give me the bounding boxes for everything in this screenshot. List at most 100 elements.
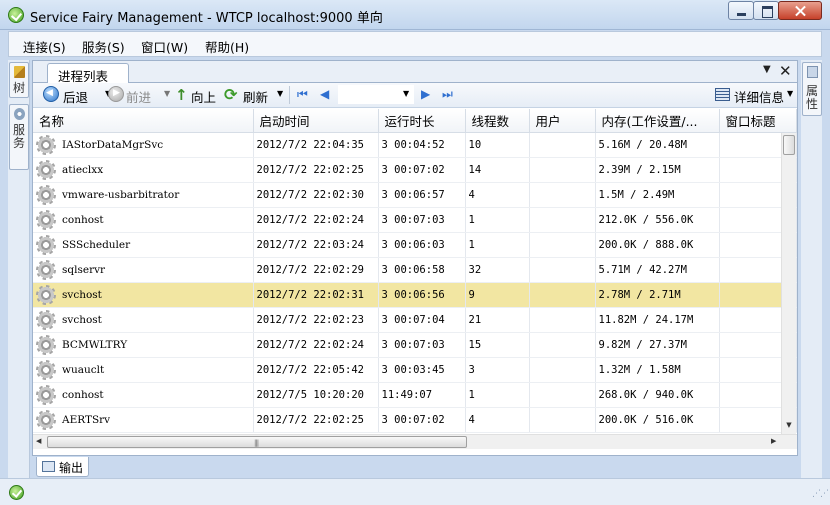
connection-status-icon: [9, 485, 24, 500]
table-row[interactable]: AERTSrv 2012/7/2 22:02:25 3 00:07:02 4 200.0…: [33, 407, 797, 433]
process-table: 名称 启动时间 运行时长 线程数 用户 内存(工作设置/... 窗口标题 IAS…: [33, 109, 797, 433]
tab-list-dropdown-icon[interactable]: ▼: [763, 64, 771, 75]
process-table-container: 名称 启动时间 运行时长 线程数 用户 内存(工作设置/... 窗口标题 IAS…: [33, 109, 797, 435]
cell-run-duration: 3 00:07:03: [378, 332, 466, 358]
table-row[interactable]: wuauclt 2012/7/2 22:05:42 3 00:03:45 3 1.32M…: [33, 357, 797, 383]
page-select-dropdown-icon[interactable]: ▼: [403, 89, 409, 98]
cell-user: [529, 182, 596, 208]
side-tab-tree[interactable]: 树: [9, 62, 29, 98]
back-arrow-icon[interactable]: [43, 86, 59, 102]
side-tab-services[interactable]: 服务: [9, 104, 29, 170]
vertical-scroll-thumb[interactable]: [783, 135, 795, 155]
cell-name: BCMWLTRY: [33, 332, 254, 358]
scroll-down-icon[interactable]: ▼: [782, 421, 796, 429]
table-row[interactable]: vmware-usbarbitrator 2012/7/2 22:02:30 3 0…: [33, 182, 797, 208]
cell-thread-count: 3: [465, 357, 530, 383]
cell-thread-count: 10: [465, 132, 530, 158]
refresh-dropdown-icon[interactable]: ▼: [277, 89, 283, 98]
cell-memory: 9.82M / 27.37M: [595, 332, 720, 358]
table-row[interactable]: sqlservr 2012/7/2 22:02:29 3 00:06:58 32 5.7…: [33, 257, 797, 283]
previous-page-icon[interactable]: ◀: [320, 87, 329, 101]
maximize-button[interactable]: [753, 1, 779, 20]
app-logo-icon: [8, 7, 24, 23]
menu-service[interactable]: 服务(S): [82, 37, 125, 56]
process-gear-icon: [36, 284, 56, 305]
cell-name: svchost: [33, 282, 254, 308]
cell-run-duration: 3 00:07:03: [378, 207, 466, 233]
cell-start-time: 2012/7/2 22:02:25: [253, 407, 379, 433]
process-name: IAStorDataMgrSvc: [62, 138, 164, 151]
cell-name: vmware-usbarbitrator: [33, 182, 254, 208]
cell-name: atieclxx: [33, 157, 254, 183]
cell-user: [529, 207, 596, 233]
process-name: AERTSrv: [62, 413, 111, 426]
side-tab-properties[interactable]: 属性: [802, 62, 822, 116]
cell-name: AERTSrv: [33, 407, 254, 433]
tab-output[interactable]: 输出: [36, 457, 89, 477]
tab-process-list[interactable]: 进程列表: [47, 63, 129, 84]
next-page-icon[interactable]: ▶: [421, 87, 430, 101]
services-icon: [14, 108, 25, 120]
scroll-right-icon[interactable]: ▶: [771, 437, 776, 445]
process-name: svchost: [62, 288, 102, 301]
up-arrow-icon[interactable]: ↑: [175, 86, 188, 104]
details-dropdown-icon[interactable]: ▼: [787, 89, 793, 98]
document-tab-bar: 进程列表 ▼ ✕: [33, 61, 797, 84]
cell-user: [529, 257, 596, 283]
cell-thread-count: 1: [465, 382, 530, 408]
cell-memory: 2.78M / 2.71M: [595, 282, 720, 308]
back-button[interactable]: 后退: [63, 87, 88, 106]
menu-window[interactable]: 窗口(W): [141, 37, 188, 56]
table-row[interactable]: IAStorDataMgrSvc 2012/7/2 22:04:35 3 00:04…: [33, 132, 797, 158]
vertical-scrollbar[interactable]: ▲ ▼: [781, 133, 796, 434]
details-view-icon[interactable]: [715, 88, 730, 101]
table-row[interactable]: atieclxx 2012/7/2 22:02:25 3 00:07:02 14 2.3…: [33, 157, 797, 183]
column-header-memory[interactable]: 内存(工作设置/...: [595, 109, 720, 133]
column-header-window-title[interactable]: 窗口标题: [719, 109, 797, 133]
close-tab-icon[interactable]: ✕: [779, 62, 792, 80]
refresh-icon[interactable]: ⟳: [224, 85, 237, 104]
right-dock-strip: 属性: [801, 60, 822, 478]
toolbar: 后退 ▼ 前进 ▼ ↑ 向上 ⟳ 刷新 ▼ ⏮ ◀ ▼ ▶ ⏭ 详细信息 ▼: [33, 83, 797, 108]
column-header-start-time[interactable]: 启动时间: [253, 109, 379, 133]
cell-memory: 200.0K / 516.0K: [595, 407, 720, 433]
column-header-thread-count[interactable]: 线程数: [465, 109, 530, 133]
column-header-name[interactable]: 名称: [33, 109, 254, 133]
cell-start-time: 2012/7/2 22:02:31: [253, 282, 379, 308]
cell-user: [529, 407, 596, 433]
minimize-button[interactable]: [728, 1, 754, 20]
table-row[interactable]: conhost 2012/7/5 10:20:20 11:49:07 1 268.0K …: [33, 382, 797, 408]
up-button[interactable]: 向上: [191, 87, 216, 106]
cell-start-time: 2012/7/2 22:05:42: [253, 357, 379, 383]
cell-user: [529, 382, 596, 408]
process-name: vmware-usbarbitrator: [62, 188, 180, 201]
process-name: BCMWLTRY: [62, 338, 128, 351]
left-dock-strip: 树 服务: [8, 60, 30, 478]
cell-user: [529, 157, 596, 183]
table-row[interactable]: svchost 2012/7/2 22:02:23 3 00:07:04 21 11.8…: [33, 307, 797, 333]
scroll-left-icon[interactable]: ◀: [36, 437, 41, 445]
details-view-button[interactable]: 详细信息: [734, 87, 784, 106]
refresh-button[interactable]: 刷新: [243, 87, 268, 106]
cell-user: [529, 357, 596, 383]
table-row[interactable]: SSScheduler 2012/7/2 22:03:24 3 00:06:03 1 2…: [33, 232, 797, 258]
table-row[interactable]: BCMWLTRY 2012/7/2 22:02:24 3 00:07:03 15 9.8…: [33, 332, 797, 358]
close-window-button[interactable]: [778, 1, 822, 20]
first-page-icon[interactable]: ⏮: [297, 87, 308, 102]
horizontal-scrollbar[interactable]: ◀ ||| ▶: [33, 434, 797, 449]
resize-grip-icon[interactable]: ⋰⋰: [812, 489, 829, 499]
last-page-icon[interactable]: ⏭: [442, 87, 453, 102]
cell-memory: 5.71M / 42.27M: [595, 257, 720, 283]
toolbar-separator: [289, 86, 290, 104]
cell-user: [529, 282, 596, 308]
menu-connect[interactable]: 连接(S): [23, 37, 66, 56]
table-row[interactable]: svchost 2012/7/2 22:02:31 3 00:06:56 9 2.78M…: [33, 282, 797, 308]
table-row[interactable]: conhost 2012/7/2 22:02:24 3 00:07:03 1 212.0…: [33, 207, 797, 233]
cell-thread-count: 4: [465, 182, 530, 208]
table-header-row: 名称 启动时间 运行时长 线程数 用户 内存(工作设置/... 窗口标题: [33, 109, 797, 133]
column-header-user[interactable]: 用户: [529, 109, 596, 133]
menu-help[interactable]: 帮助(H): [205, 37, 249, 56]
horizontal-scroll-thumb[interactable]: |||: [47, 436, 467, 448]
cell-thread-count: 9: [465, 282, 530, 308]
column-header-run-duration[interactable]: 运行时长: [378, 109, 466, 133]
